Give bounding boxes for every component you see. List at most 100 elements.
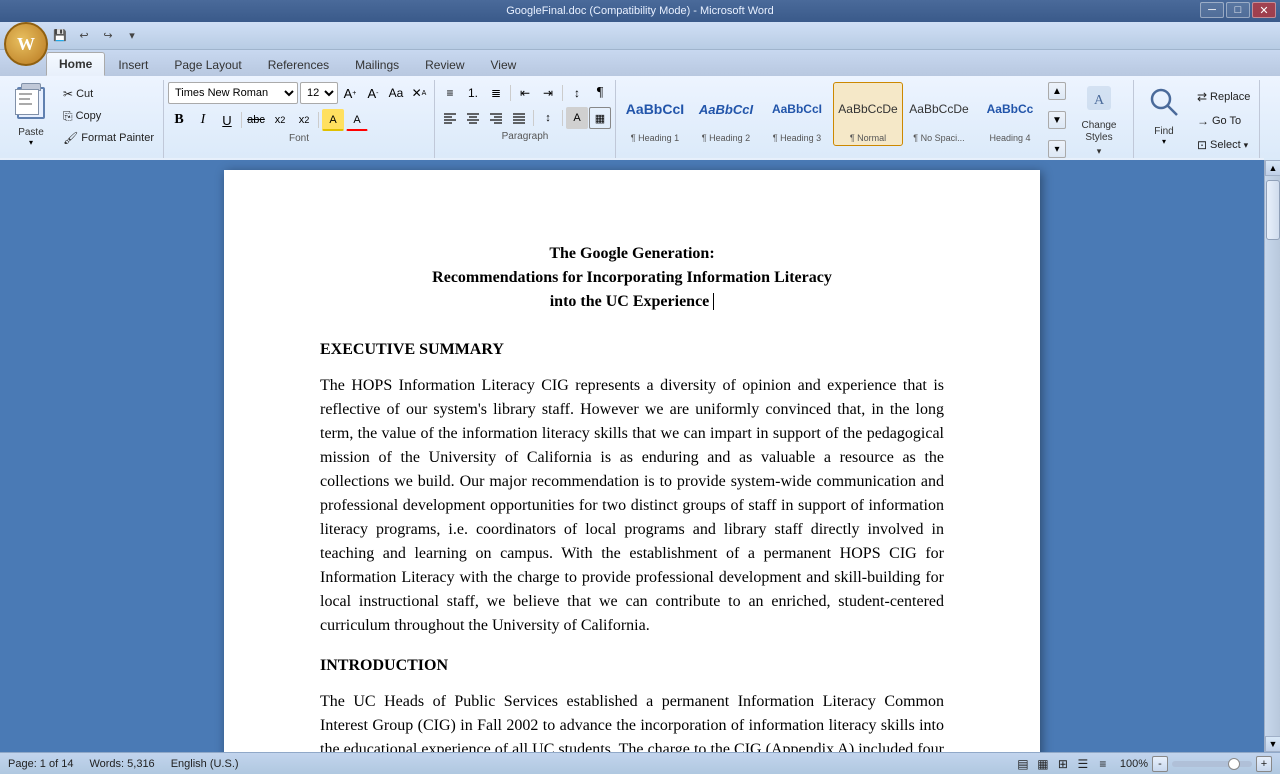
bullets-button[interactable]: ≡ xyxy=(439,82,461,104)
borders-button[interactable]: ▦ xyxy=(589,107,611,129)
justify-button[interactable] xyxy=(508,107,530,129)
font-label: Font xyxy=(168,131,430,146)
executive-summary-body: The HOPS Information Literacy CIG repres… xyxy=(320,374,944,638)
shrink-font-button[interactable]: A- xyxy=(362,82,384,104)
scroll-down-arrow[interactable]: ▼ xyxy=(1265,736,1280,752)
document-page[interactable]: The Google Generation: Recommendations f… xyxy=(224,170,1040,752)
select-icon: ⊡ xyxy=(1197,138,1207,152)
underline-button[interactable]: U xyxy=(216,109,238,131)
copy-icon: ⎘ xyxy=(63,109,73,124)
align-center-button[interactable] xyxy=(462,107,484,129)
tab-home[interactable]: Home xyxy=(46,52,105,76)
line-spacing-button[interactable]: ↕ xyxy=(537,107,559,129)
more-quick-button[interactable]: ▾ xyxy=(122,27,142,45)
zoom-out-button[interactable]: - xyxy=(1152,756,1168,772)
scroll-up-arrow[interactable]: ▲ xyxy=(1265,160,1280,176)
increase-indent-button[interactable]: ⇥ xyxy=(537,82,559,104)
tab-view[interactable]: View xyxy=(478,53,530,76)
subscript-button[interactable]: x2 xyxy=(269,109,291,131)
tab-insert[interactable]: Insert xyxy=(105,53,161,76)
redo-quick-button[interactable]: ↪ xyxy=(98,27,118,45)
document-title: The Google Generation: Recommendations f… xyxy=(320,242,944,314)
format-painter-label: Format Painter xyxy=(81,132,154,144)
vertical-scrollbar[interactable]: ▲ ▼ xyxy=(1264,160,1280,752)
tab-references[interactable]: References xyxy=(255,53,342,76)
font-name-select[interactable]: Times New Roman xyxy=(168,82,298,104)
tab-mailings[interactable]: Mailings xyxy=(342,53,412,76)
italic-button[interactable]: I xyxy=(192,109,214,131)
view-layout-button[interactable]: ▦ xyxy=(1034,755,1052,773)
tab-page-layout[interactable]: Page Layout xyxy=(161,53,254,76)
normal-style-button[interactable]: AaBbCcDe ¶ Normal xyxy=(833,82,903,146)
no-spacing-label: ¶ No Spaci... xyxy=(913,133,964,143)
heading3-style-button[interactable]: AaBbCcI ¶ Heading 3 xyxy=(762,82,832,146)
sort-button[interactable]: ↕ xyxy=(566,82,588,104)
format-painter-button[interactable]: 🖌 Format Painter xyxy=(58,128,159,148)
window-title: GoogleFinal.doc (Compatibility Mode) - M… xyxy=(506,5,774,17)
replace-icon: ⇄ xyxy=(1197,90,1207,104)
paste-button[interactable]: Paste ▾ xyxy=(6,82,56,148)
superscript-button[interactable]: x2 xyxy=(293,109,315,131)
change-case-button[interactable]: Aa xyxy=(385,82,407,104)
tab-review[interactable]: Review xyxy=(412,53,477,76)
go-to-button[interactable]: → Go To xyxy=(1192,110,1255,132)
office-button[interactable]: W xyxy=(4,22,48,66)
maximize-button[interactable]: □ xyxy=(1226,2,1250,18)
clear-format-button[interactable]: ✕A xyxy=(408,82,430,104)
svg-text:A: A xyxy=(1094,93,1105,108)
shading-button[interactable]: A xyxy=(566,107,588,129)
maximize-icon: □ xyxy=(1235,4,1242,16)
zoom-level: 100% xyxy=(1120,758,1148,770)
select-label: Select xyxy=(1210,139,1241,151)
copy-button[interactable]: ⎘ Copy xyxy=(58,106,159,126)
undo-quick-button[interactable]: ↩ xyxy=(74,27,94,45)
cut-button[interactable]: ✂ Cut xyxy=(58,84,159,104)
view-draft-button[interactable]: ≡ xyxy=(1094,755,1112,773)
font-color-button[interactable]: A xyxy=(346,109,368,131)
view-web-button[interactable]: ⊞ xyxy=(1054,755,1072,773)
copy-label: Copy xyxy=(76,110,102,122)
styles-scroll-down[interactable]: ▼ xyxy=(1048,111,1066,129)
bold-button[interactable]: B xyxy=(168,109,190,131)
page-info: Page: 1 of 14 xyxy=(8,758,73,770)
change-styles-button[interactable]: A ChangeStyles ▾ xyxy=(1069,82,1129,158)
office-logo: W xyxy=(17,34,35,55)
replace-label: Replace xyxy=(1210,91,1250,103)
find-button[interactable]: Find ▾ xyxy=(1138,82,1190,148)
heading1-style-button[interactable]: AaBbCcI ¶ Heading 1 xyxy=(620,82,690,146)
introduction-body: The UC Heads of Public Services establis… xyxy=(320,690,944,752)
minimize-button[interactable]: ─ xyxy=(1200,2,1224,18)
align-right-button[interactable] xyxy=(485,107,507,129)
decrease-indent-button[interactable]: ⇤ xyxy=(514,82,536,104)
language: English (U.S.) xyxy=(171,758,239,770)
goto-icon: → xyxy=(1197,114,1209,128)
heading4-style-button[interactable]: AaBbCc Heading 4 xyxy=(975,82,1045,146)
change-styles-icon: A xyxy=(1085,84,1113,118)
replace-button[interactable]: ⇄ Replace xyxy=(1192,86,1255,108)
cut-label: Cut xyxy=(76,88,93,100)
multilevel-list-button[interactable]: ≣ xyxy=(485,82,507,104)
zoom-slider[interactable] xyxy=(1172,761,1252,767)
scroll-thumb[interactable] xyxy=(1266,180,1280,240)
view-outline-button[interactable]: ☰ xyxy=(1074,755,1092,773)
heading1-label: ¶ Heading 1 xyxy=(631,133,679,143)
select-button[interactable]: ⊡ Select ▾ xyxy=(1192,134,1255,156)
show-marks-button[interactable]: ¶ xyxy=(589,82,611,104)
styles-scroll-more[interactable]: ▾ xyxy=(1048,140,1066,158)
no-spacing-style-button[interactable]: AaBbCcDe ¶ No Spaci... xyxy=(904,82,974,146)
zoom-in-button[interactable]: + xyxy=(1256,756,1272,772)
save-quick-button[interactable]: 💾 xyxy=(50,27,70,45)
strikethrough-button[interactable]: abc xyxy=(245,109,267,131)
normal-label: ¶ Normal xyxy=(850,133,886,143)
highlight-button[interactable]: A xyxy=(322,109,344,131)
font-size-select[interactable]: 12 xyxy=(300,82,338,104)
find-label: Find xyxy=(1154,126,1173,137)
heading2-style-button[interactable]: AaBbCcI ¶ Heading 2 xyxy=(691,82,761,146)
align-left-button[interactable] xyxy=(439,107,461,129)
numbering-button[interactable]: 1. xyxy=(462,82,484,104)
grow-font-button[interactable]: A+ xyxy=(339,82,361,104)
zoom-thumb[interactable] xyxy=(1228,758,1240,770)
view-normal-button[interactable]: ▤ xyxy=(1014,755,1032,773)
styles-scroll-up[interactable]: ▲ xyxy=(1048,82,1066,100)
close-button[interactable]: ✕ xyxy=(1252,2,1276,18)
